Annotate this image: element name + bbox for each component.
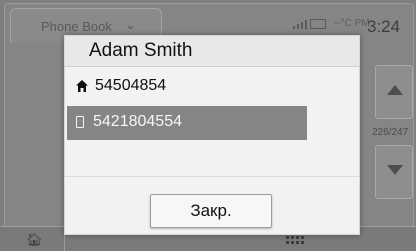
scroll-down-button[interactable] xyxy=(375,145,413,199)
top-bar: Phone Book ⌄ --°C PM 3:24 xyxy=(8,6,410,43)
home-button[interactable]: 🏠︎ xyxy=(0,227,65,251)
close-button[interactable]: Закр. xyxy=(150,194,272,228)
arrow-down-icon xyxy=(387,165,403,175)
dialog-title-bar: Adam Smith xyxy=(65,36,359,67)
temperature-value: --°C xyxy=(334,18,352,29)
screen: Phone Book ⌄ --°C PM 3:24 226/247 🏠︎ Ada… xyxy=(0,0,416,251)
number-row-mobile[interactable]: 5421804554 xyxy=(67,106,307,140)
home-icon: 🏠︎ xyxy=(26,232,43,247)
contact-name: Adam Smith xyxy=(89,40,193,61)
mobile-phone-icon xyxy=(76,116,84,128)
chevron-down-icon: ⌄ xyxy=(125,17,136,32)
dialog-footer: Закр. xyxy=(65,176,359,235)
number-row-home[interactable]: 54504854 xyxy=(67,70,307,104)
mobile-number: 5421804554 xyxy=(93,113,182,130)
home-number: 54504854 xyxy=(95,77,167,94)
scroll-up-button[interactable] xyxy=(375,65,413,119)
contact-numbers-dialog: Adam Smith 54504854 5421804554 Закр. xyxy=(64,35,360,235)
arrow-up-icon xyxy=(387,85,403,95)
keypad-icon[interactable] xyxy=(286,236,308,246)
signal-icon xyxy=(293,19,307,29)
phone-book-tab-label: Phone Book xyxy=(41,19,112,34)
list-position: 226/247 xyxy=(372,127,409,138)
home-icon xyxy=(76,80,88,92)
temperature-readout: --°C PM xyxy=(334,18,370,29)
battery-icon xyxy=(310,19,326,29)
clock-time: 3:24 xyxy=(367,17,401,36)
